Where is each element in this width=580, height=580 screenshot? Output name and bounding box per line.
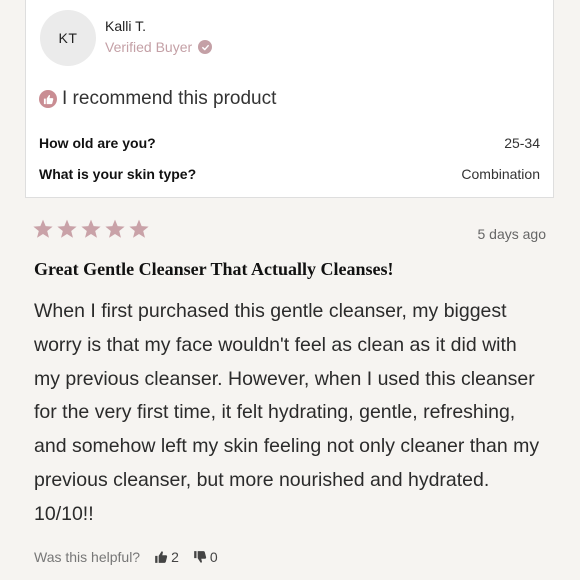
thumbs-up-icon [39,90,57,108]
review-title: Great Gentle Cleanser That Actually Clea… [34,259,394,279]
reviewer-card: KT Kalli T. Verified Buyer I recommend t… [25,0,554,198]
review-date: 5 days ago [477,226,547,242]
recommend-row: I recommend this product [39,88,276,110]
qa-row-skin-type: What is your skin type? Combination [39,166,540,182]
qa-row-age: How old are you? 25-34 [39,135,540,151]
star-icon [129,219,149,238]
reviewer-name: Kalli T. [105,18,146,34]
check-circle-icon [198,40,213,54]
helpful-label: Was this helpful? [34,549,141,565]
star-icon [105,219,125,238]
downvote-button[interactable]: 0 [193,549,218,565]
avatar-initials: KT [58,30,78,46]
qa-question: How old are you? [39,135,156,151]
thumbs-down-icon [194,551,207,563]
star-rating [32,218,150,240]
thumbs-up-icon [155,551,168,563]
qa-answer: 25-34 [504,135,540,151]
recommend-text: I recommend this product [62,88,277,109]
verified-label: Verified Buyer [105,39,193,55]
star-icon [57,219,77,238]
helpful-row: Was this helpful? 2 0 [34,549,218,565]
upvote-count: 2 [171,549,179,565]
avatar: KT [40,10,96,66]
review-body: When I first purchased this gentle clean… [34,300,540,525]
star-icon [81,219,101,238]
qa-answer: Combination [461,166,540,182]
upvote-button[interactable]: 2 [154,549,179,565]
star-icon [33,219,53,238]
qa-question: What is your skin type? [39,166,197,182]
downvote-count: 0 [209,549,218,565]
verified-buyer-badge: Verified Buyer [105,39,213,55]
